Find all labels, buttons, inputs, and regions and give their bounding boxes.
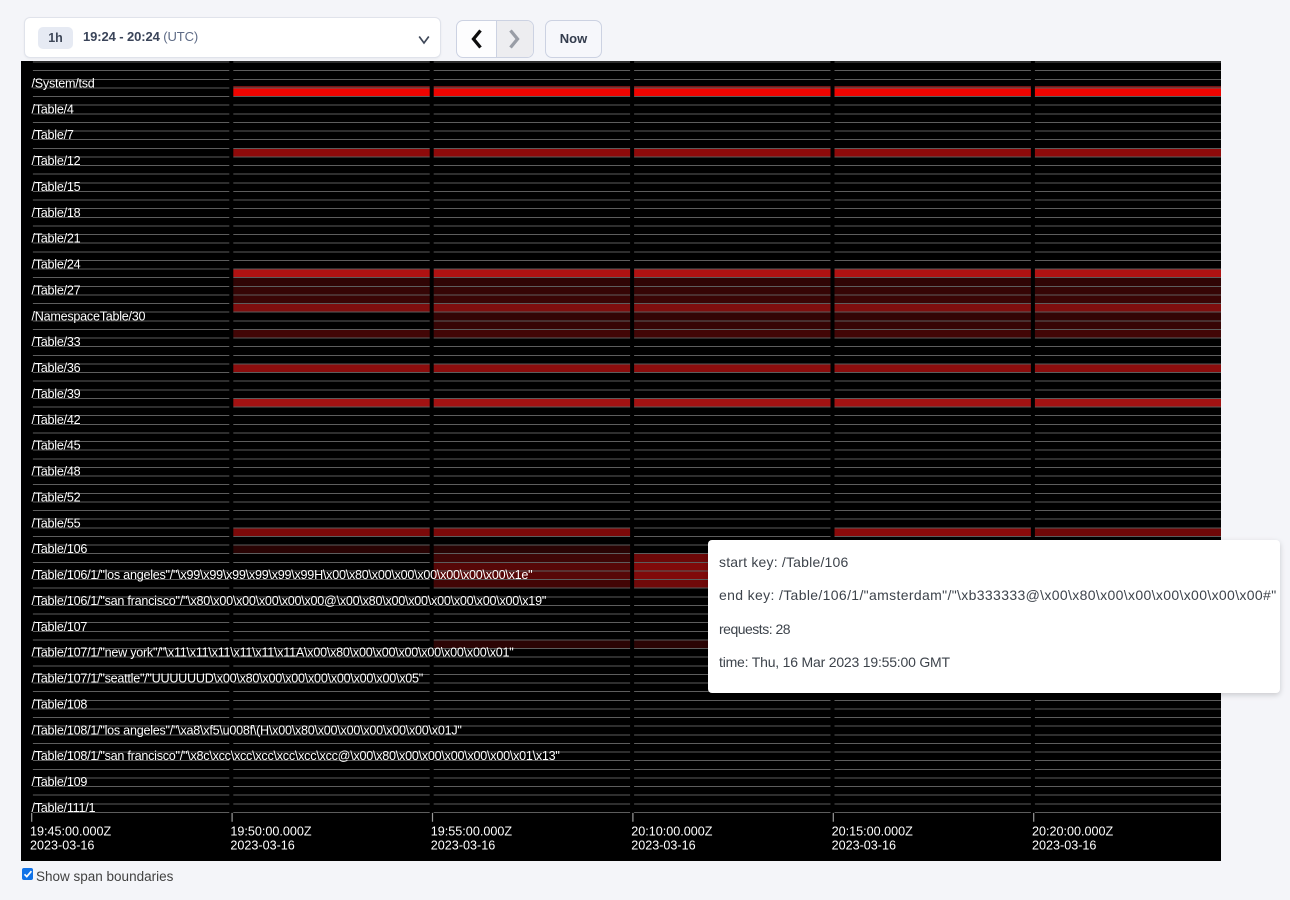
svg-text:2023-03-16: 2023-03-16 bbox=[30, 839, 94, 853]
svg-text:/Table/42: /Table/42 bbox=[32, 413, 81, 427]
svg-text:/Table/12: /Table/12 bbox=[32, 154, 81, 168]
svg-text:20:10:00.000Z: 20:10:00.000Z bbox=[631, 825, 713, 839]
svg-text:/Table/45: /Table/45 bbox=[32, 439, 81, 453]
svg-text:/System/tsd: /System/tsd bbox=[32, 76, 95, 90]
svg-text:/Table/107/1/"seattle"/"UUUUUU: /Table/107/1/"seattle"/"UUUUUUD\x00\x80\… bbox=[32, 672, 424, 686]
svg-text:/NamespaceTable/30: /NamespaceTable/30 bbox=[32, 309, 146, 323]
svg-text:/Table/21: /Table/21 bbox=[32, 232, 81, 246]
svg-text:/Table/107/1/"new york"/"\x11\: /Table/107/1/"new york"/"\x11\x11\x11\x1… bbox=[32, 646, 514, 660]
svg-text:/Table/106: /Table/106 bbox=[32, 542, 88, 556]
svg-text:/Table/15: /Table/15 bbox=[32, 180, 81, 194]
svg-text:/Table/24: /Table/24 bbox=[32, 258, 81, 272]
svg-text:/Table/106/1/"san francisco"/": /Table/106/1/"san francisco"/"\x80\x00\x… bbox=[32, 594, 547, 608]
svg-text:2023-03-16: 2023-03-16 bbox=[230, 839, 294, 853]
svg-text:/Table/18: /Table/18 bbox=[32, 206, 81, 220]
svg-text:/Table/109: /Table/109 bbox=[32, 775, 88, 789]
svg-text:/Table/107: /Table/107 bbox=[32, 620, 88, 634]
svg-text:19:45:00.000Z: 19:45:00.000Z bbox=[30, 825, 112, 839]
svg-text:2023-03-16: 2023-03-16 bbox=[832, 839, 896, 853]
svg-text:19:55:00.000Z: 19:55:00.000Z bbox=[431, 825, 513, 839]
svg-text:/Table/39: /Table/39 bbox=[32, 387, 81, 401]
svg-text:/Table/4: /Table/4 bbox=[32, 102, 74, 116]
svg-text:/Table/108/1/"san francisco"/": /Table/108/1/"san francisco"/"\x8c\xcc\x… bbox=[32, 749, 560, 763]
svg-text:2023-03-16: 2023-03-16 bbox=[431, 839, 495, 853]
svg-text:/Table/36: /Table/36 bbox=[32, 361, 81, 375]
svg-text:/Table/48: /Table/48 bbox=[32, 465, 81, 479]
svg-text:2023-03-16: 2023-03-16 bbox=[1032, 839, 1096, 853]
svg-text:20:20:00.000Z: 20:20:00.000Z bbox=[1032, 825, 1114, 839]
svg-text:/Table/55: /Table/55 bbox=[32, 516, 81, 530]
svg-text:/Table/108: /Table/108 bbox=[32, 697, 88, 711]
svg-text:/Table/111/1: /Table/111/1 bbox=[32, 801, 96, 815]
svg-text:2023-03-16: 2023-03-16 bbox=[631, 839, 695, 853]
svg-text:19:50:00.000Z: 19:50:00.000Z bbox=[230, 825, 312, 839]
svg-text:/Table/108/1/"los angeles"/"\x: /Table/108/1/"los angeles"/"\xa8\xf5\u00… bbox=[32, 723, 462, 737]
svg-text:/Table/106/1/"los angeles"/"\x: /Table/106/1/"los angeles"/"\x99\x99\x99… bbox=[32, 568, 533, 582]
svg-text:/Table/27: /Table/27 bbox=[32, 283, 81, 297]
svg-text:/Table/7: /Table/7 bbox=[32, 128, 74, 142]
svg-text:/Table/33: /Table/33 bbox=[32, 335, 81, 349]
svg-text:/Table/52: /Table/52 bbox=[32, 490, 81, 504]
svg-text:20:15:00.000Z: 20:15:00.000Z bbox=[832, 825, 914, 839]
